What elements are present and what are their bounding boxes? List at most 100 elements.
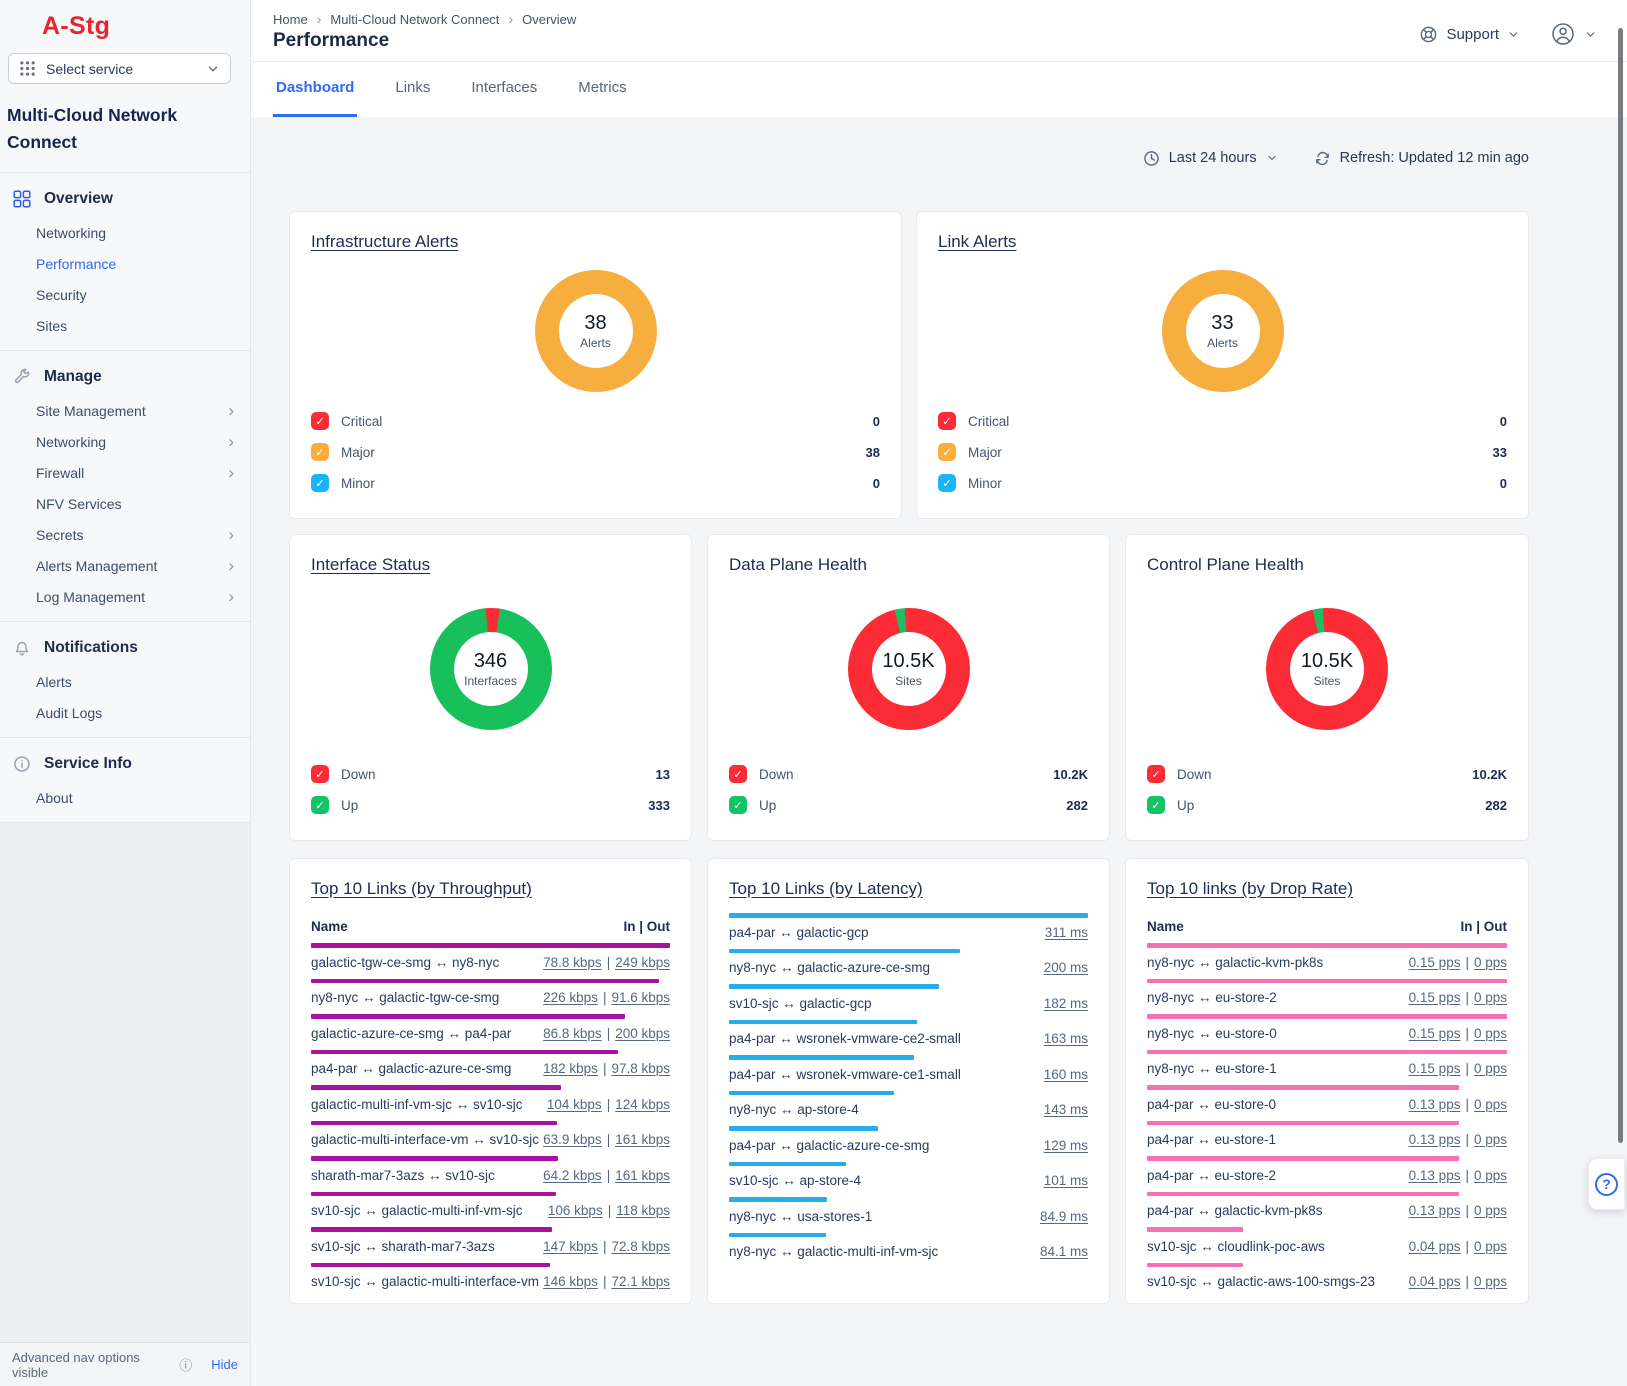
in-value-link[interactable]: 0.15 pps [1409, 1026, 1461, 1041]
latency-value-link[interactable]: 101 ms [1044, 1173, 1088, 1188]
sidebar-item[interactable]: Networking › [0, 426, 250, 457]
out-value-link[interactable]: 0 pps [1474, 1239, 1507, 1254]
refresh-control[interactable]: Refresh: Updated 12 min ago [1314, 150, 1529, 167]
hide-nav-button[interactable]: Hide [211, 1357, 238, 1372]
latency-value-link[interactable]: 311 ms [1045, 925, 1088, 940]
sidebar-item[interactable]: Alerts Management › [0, 550, 250, 581]
checkbox-icon[interactable]: ✓ [311, 443, 329, 461]
out-value-link[interactable]: 72.1 kbps [611, 1274, 670, 1289]
in-value-link[interactable]: 0.15 pps [1409, 1061, 1461, 1076]
sidebar-item-manage[interactable]: Manage [0, 358, 250, 395]
out-value-link[interactable]: 161 kbps [615, 1168, 670, 1183]
top-throughput-title[interactable]: Top 10 Links (by Throughput) [311, 879, 670, 899]
in-value-link[interactable]: 0.13 pps [1409, 1168, 1461, 1183]
out-value-link[interactable]: 72.8 kbps [611, 1239, 670, 1254]
in-value-link[interactable]: 0.15 pps [1409, 955, 1461, 970]
in-value-link[interactable]: 226 kbps [543, 990, 598, 1005]
latency-value-link[interactable]: 84.1 ms [1040, 1244, 1088, 1259]
out-value-link[interactable]: 0 pps [1474, 1097, 1507, 1112]
out-value-link[interactable]: 118 kbps [616, 1203, 670, 1218]
out-value-link[interactable]: 124 kbps [615, 1097, 670, 1112]
tab[interactable]: Dashboard [273, 62, 357, 117]
in-value-link[interactable]: 0.15 pps [1409, 990, 1461, 1005]
in-value-link[interactable]: 64.2 kbps [543, 1168, 602, 1183]
sidebar-item[interactable]: Audit Logs › [0, 697, 250, 728]
out-value-link[interactable]: 97.8 kbps [611, 1061, 670, 1076]
checkbox-icon[interactable]: ✓ [729, 796, 747, 814]
sidebar-item[interactable]: About › [0, 782, 250, 813]
help-button[interactable]: ? [1588, 1158, 1625, 1210]
in-value-link[interactable]: 63.9 kbps [543, 1132, 602, 1147]
sidebar-item[interactable]: Security › [0, 279, 250, 310]
checkbox-icon[interactable]: ✓ [938, 412, 956, 430]
latency-value-link[interactable]: 143 ms [1044, 1102, 1088, 1117]
user-menu[interactable] [1550, 21, 1597, 47]
out-value-link[interactable]: 0 pps [1474, 1168, 1507, 1183]
in-value-link[interactable]: 78.8 kbps [543, 955, 602, 970]
checkbox-icon[interactable]: ✓ [938, 443, 956, 461]
checkbox-icon[interactable]: ✓ [311, 796, 329, 814]
latency-value-link[interactable]: 163 ms [1044, 1031, 1088, 1046]
latency-value-link[interactable]: 160 ms [1044, 1067, 1088, 1082]
out-value-link[interactable]: 249 kbps [615, 955, 670, 970]
sidebar-item[interactable]: Secrets › [0, 519, 250, 550]
latency-value-link[interactable]: 200 ms [1044, 960, 1088, 975]
tab[interactable]: Metrics [575, 62, 629, 117]
out-value-link[interactable]: 0 pps [1474, 1203, 1507, 1218]
latency-value-link[interactable]: 129 ms [1044, 1138, 1088, 1153]
latency-value-link[interactable]: 84.9 ms [1040, 1209, 1088, 1224]
support-menu[interactable]: Support [1419, 25, 1520, 44]
sidebar-item-service-info[interactable]: Service Info [0, 745, 250, 782]
out-value-link[interactable]: 161 kbps [615, 1132, 670, 1147]
in-value-link[interactable]: 86.8 kbps [543, 1026, 602, 1041]
checkbox-icon[interactable]: ✓ [729, 765, 747, 783]
sidebar-item[interactable]: Networking › [0, 217, 250, 248]
in-value-link[interactable]: 106 kbps [548, 1203, 603, 1218]
out-value-link[interactable]: 0 pps [1474, 1061, 1507, 1076]
sidebar-item[interactable]: Alerts › [0, 666, 250, 697]
scrollbar-thumb[interactable] [1618, 28, 1623, 1143]
out-value-link[interactable]: 0 pps [1474, 1132, 1507, 1147]
sidebar-item[interactable]: Sites › [0, 310, 250, 341]
out-value-link[interactable]: 0 pps [1474, 955, 1507, 970]
out-value-link[interactable]: 91.6 kbps [611, 990, 670, 1005]
checkbox-icon[interactable]: ✓ [311, 765, 329, 783]
infrastructure-alerts-title[interactable]: Infrastructure Alerts [311, 232, 880, 252]
in-value-link[interactable]: 0.04 pps [1409, 1274, 1461, 1289]
in-value-link[interactable]: 0.13 pps [1409, 1132, 1461, 1147]
sidebar-item[interactable]: NFV Services › [0, 488, 250, 519]
breadcrumb-item[interactable]: Overview › [522, 12, 576, 27]
link-alerts-title[interactable]: Link Alerts [938, 232, 1507, 252]
in-value-link[interactable]: 147 kbps [543, 1239, 598, 1254]
out-value-link[interactable]: 200 kbps [615, 1026, 670, 1041]
in-value-link[interactable]: 104 kbps [547, 1097, 602, 1112]
tab[interactable]: Interfaces [468, 62, 540, 117]
in-value-link[interactable]: 0.13 pps [1409, 1097, 1461, 1112]
time-range-selector[interactable]: Last 24 hours [1143, 150, 1278, 167]
out-value-link[interactable]: 0 pps [1474, 990, 1507, 1005]
in-value-link[interactable]: 0.13 pps [1409, 1203, 1461, 1218]
checkbox-icon[interactable]: ✓ [311, 412, 329, 430]
checkbox-icon[interactable]: ✓ [938, 474, 956, 492]
sidebar-item-overview[interactable]: Overview [0, 180, 250, 217]
interface-status-title[interactable]: Interface Status [311, 555, 670, 575]
breadcrumb-item[interactable]: Home › [273, 11, 330, 27]
checkbox-icon[interactable]: ✓ [311, 474, 329, 492]
in-value-link[interactable]: 146 kbps [543, 1274, 598, 1289]
sidebar-item-notifications[interactable]: Notifications [0, 629, 250, 666]
tab[interactable]: Links [392, 62, 433, 117]
service-selector[interactable]: Select service [8, 53, 231, 84]
breadcrumb-item[interactable]: Multi-Cloud Network Connect › [330, 11, 522, 27]
sidebar-item[interactable]: Log Management › [0, 581, 250, 612]
in-value-link[interactable]: 182 kbps [543, 1061, 598, 1076]
out-value-link[interactable]: 0 pps [1474, 1026, 1507, 1041]
top-latency-title[interactable]: Top 10 Links (by Latency) [729, 879, 1088, 899]
in-value-link[interactable]: 0.04 pps [1409, 1239, 1461, 1254]
checkbox-icon[interactable]: ✓ [1147, 765, 1165, 783]
sidebar-item[interactable]: Site Management › [0, 395, 250, 426]
latency-value-link[interactable]: 182 ms [1044, 996, 1088, 1011]
sidebar-item[interactable]: Performance › [0, 248, 250, 279]
top-drop-rate-title[interactable]: Top 10 links (by Drop Rate) [1147, 879, 1507, 899]
sidebar-item[interactable]: Firewall › [0, 457, 250, 488]
checkbox-icon[interactable]: ✓ [1147, 796, 1165, 814]
